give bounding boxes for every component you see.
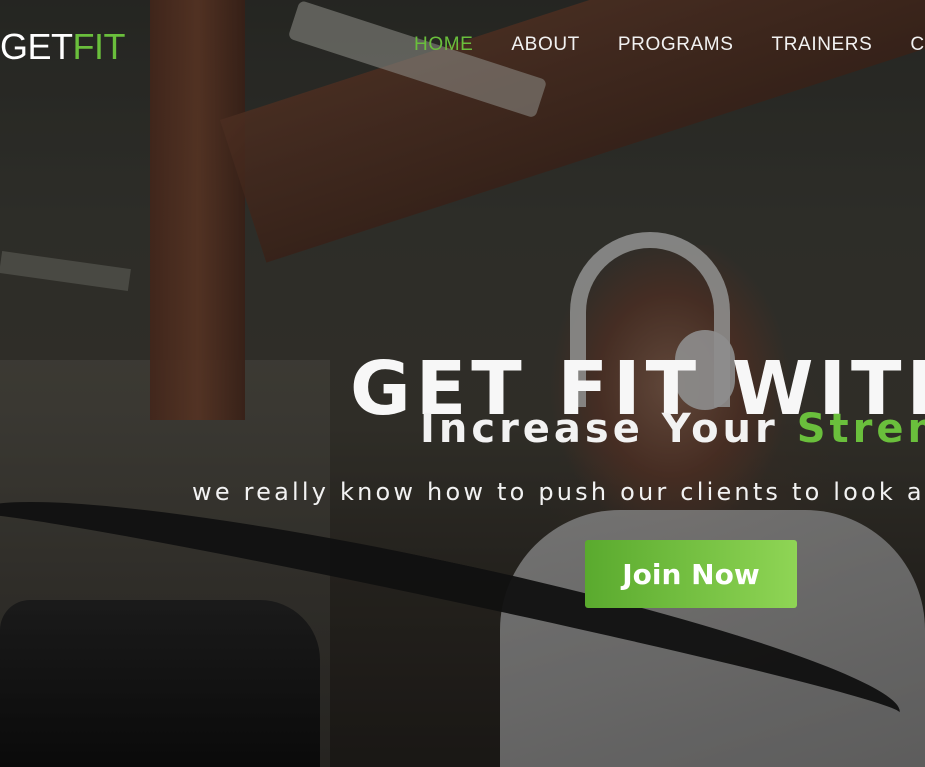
subheading-prefix: Increase Your (420, 406, 797, 452)
nav-item-about[interactable]: ABOUT (511, 34, 579, 56)
hero-subheading: Increase Your Strengt (420, 406, 925, 452)
join-now-button[interactable]: Join Now (585, 540, 797, 608)
logo-primary-text: GET (0, 26, 73, 67)
subheading-accent: Strengt (796, 406, 925, 452)
nav-item-programs[interactable]: PROGRAMS (618, 34, 734, 56)
site-logo[interactable]: GETFIT (0, 26, 126, 68)
hero-tagline: we really know how to push our clients t… (192, 478, 925, 506)
site-header: GETFIT HOME ABOUT PROGRAMS TRAINERS C (0, 0, 925, 92)
nav-item-trainers[interactable]: TRAINERS (772, 34, 873, 56)
main-nav: HOME ABOUT PROGRAMS TRAINERS C (414, 34, 925, 56)
nav-item-contact[interactable]: C (910, 34, 924, 56)
logo-accent-text: FIT (72, 26, 126, 67)
nav-item-home[interactable]: HOME (414, 34, 473, 56)
hero-section: GETFIT HOME ABOUT PROGRAMS TRAINERS C GE… (0, 0, 925, 767)
